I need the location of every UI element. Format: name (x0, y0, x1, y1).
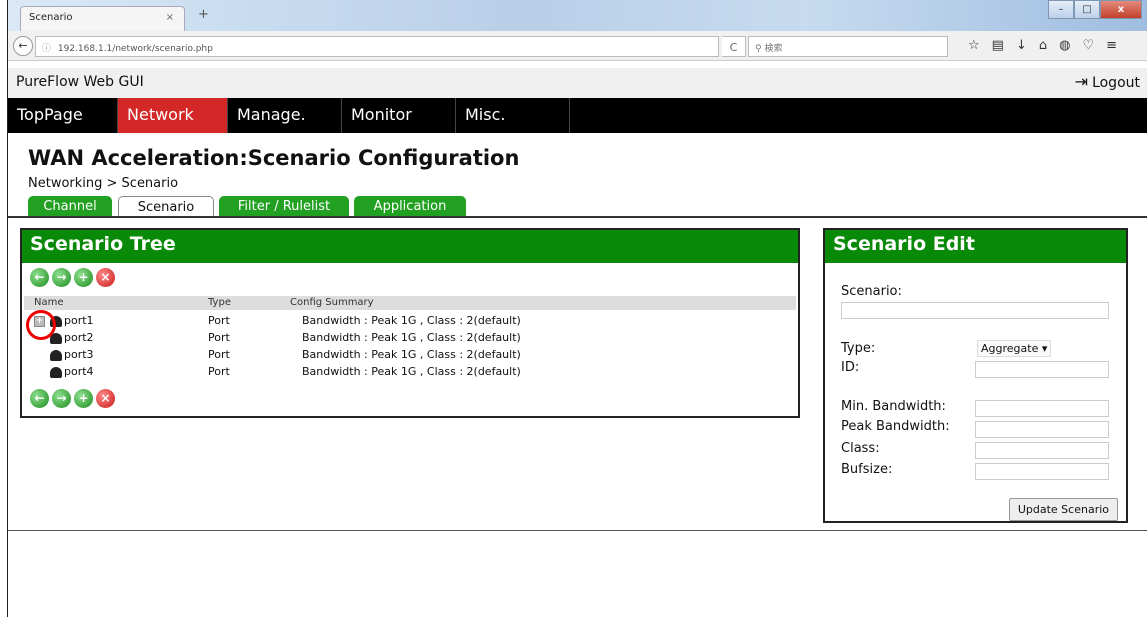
home-icon[interactable]: ⌂ (1039, 38, 1047, 53)
tree-row-port4[interactable]: port4 Port Bandwidth : Peak 1G , Class :… (24, 365, 796, 380)
tab-close-icon[interactable]: × (166, 12, 174, 23)
menu-item-monitor[interactable]: Monitor (342, 98, 456, 133)
class-input[interactable] (975, 442, 1109, 459)
browser-window: Scenario × + – □ x ← ⓘ 192.168.1.1/netwo… (7, 0, 1147, 617)
highlight-circle (26, 310, 56, 340)
tree-actions-top: ← → + × (30, 268, 115, 287)
tree-header: Name Type Config Summary (24, 296, 796, 310)
column-type: Type (208, 297, 231, 308)
bufsize-input[interactable] (975, 463, 1109, 480)
browser-navbar: ← ⓘ 192.168.1.1/network/scenario.php C ⚲… (8, 31, 1147, 61)
scenario-label: Scenario: (841, 284, 902, 299)
tree-row-port1[interactable]: + port1 Port Bandwidth : Peak 1G , Class… (24, 314, 796, 329)
tab-filter-rulelist[interactable]: Filter / Rulelist (219, 196, 349, 217)
update-scenario-button[interactable]: Update Scenario (1008, 498, 1118, 521)
tab-underline (8, 216, 1147, 218)
address-bar[interactable]: ⓘ 192.168.1.1/network/scenario.php (35, 36, 719, 57)
new-tab-icon[interactable]: + (198, 7, 209, 22)
menu-icon[interactable]: ≡ (1106, 38, 1117, 53)
info-icon[interactable]: ⓘ (42, 44, 51, 54)
logout-button[interactable]: ⇥ Logout (1075, 72, 1140, 91)
chat-icon[interactable]: ◍ (1059, 38, 1070, 53)
peak-bandwidth-label: Peak Bandwidth: (841, 419, 950, 434)
row-type: Port (208, 365, 230, 378)
port-icon (50, 350, 62, 361)
page-title: WAN Acceleration:Scenario Configuration (28, 146, 520, 170)
peak-bandwidth-input[interactable] (975, 421, 1109, 438)
scenario-tree-panel: Scenario Tree ← → + × Name Type Config S… (20, 228, 800, 418)
move-right-icon[interactable]: → (52, 268, 71, 287)
content-divider (8, 530, 1147, 531)
port-icon (50, 367, 62, 378)
type-value: Aggregate (981, 342, 1039, 355)
tree-actions-bottom: ← → + × (30, 389, 115, 408)
class-label: Class: (841, 441, 880, 456)
tab-title: Scenario (29, 12, 73, 23)
search-placeholder: 検索 (764, 44, 783, 54)
browser-tab[interactable]: Scenario × (20, 6, 185, 32)
move-left-icon[interactable]: ← (30, 389, 49, 408)
menu-item-toppage[interactable]: TopPage (8, 98, 118, 133)
menu-item-manage[interactable]: Manage. (228, 98, 342, 133)
add-icon[interactable]: + (74, 389, 93, 408)
row-name: port1 (64, 314, 94, 327)
row-type: Port (208, 331, 230, 344)
column-config-summary: Config Summary (290, 297, 374, 308)
tab-channel[interactable]: Channel (28, 196, 112, 217)
row-summary: Bandwidth : Peak 1G , Class : 2(default) (302, 365, 521, 378)
bookmark-star-icon[interactable]: ☆ (968, 38, 980, 53)
download-icon[interactable]: ↓ (1016, 38, 1027, 53)
reading-list-icon[interactable]: ▤ (992, 38, 1004, 53)
add-icon[interactable]: + (74, 268, 93, 287)
logout-label: Logout (1092, 75, 1140, 91)
scenario-edit-title: Scenario Edit (825, 230, 1126, 263)
title-bar: Scenario × + – □ x (8, 0, 1147, 32)
menu-item-misc[interactable]: Misc. (456, 98, 570, 133)
menu-item-network[interactable]: Network (118, 98, 228, 133)
scenario-tree-title: Scenario Tree (22, 230, 798, 263)
id-label: ID: (841, 360, 860, 375)
tab-application[interactable]: Application (354, 196, 466, 217)
minimize-icon[interactable]: – (1048, 0, 1074, 19)
row-summary: Bandwidth : Peak 1G , Class : 2(default) (302, 331, 521, 344)
delete-icon[interactable]: × (96, 268, 115, 287)
back-button[interactable]: ← (13, 36, 33, 56)
column-name: Name (34, 297, 64, 308)
move-right-icon[interactable]: → (52, 389, 71, 408)
app-title: PureFlow Web GUI (16, 74, 144, 90)
type-label: Type: (841, 341, 876, 356)
main-menu: TopPage Network Manage. Monitor Misc. (8, 98, 1147, 133)
reload-button[interactable]: C (722, 36, 746, 57)
min-bandwidth-input[interactable] (975, 400, 1109, 417)
url-text: 192.168.1.1/network/scenario.php (57, 44, 213, 54)
row-name: port2 (64, 331, 94, 344)
row-type: Port (208, 314, 230, 327)
breadcrumb: Networking > Scenario (28, 176, 179, 191)
delete-icon[interactable]: × (96, 389, 115, 408)
scenario-input[interactable] (841, 302, 1109, 319)
logout-icon: ⇥ (1074, 72, 1089, 91)
id-input[interactable] (975, 361, 1109, 378)
window-controls: – □ x (1048, 0, 1142, 19)
scenario-edit-panel: Scenario Edit Scenario: Type: Aggregate … (823, 228, 1128, 523)
tree-row-port2[interactable]: port2 Port Bandwidth : Peak 1G , Class :… (24, 331, 796, 346)
chevron-down-icon: ▾ (1041, 342, 1048, 355)
move-left-icon[interactable]: ← (30, 268, 49, 287)
tree-row-port3[interactable]: port3 Port Bandwidth : Peak 1G , Class :… (24, 348, 796, 363)
row-name: port3 (64, 348, 94, 361)
row-summary: Bandwidth : Peak 1G , Class : 2(default) (302, 348, 521, 361)
app-header: PureFlow Web GUI ⇥ Logout (8, 68, 1147, 98)
row-summary: Bandwidth : Peak 1G , Class : 2(default) (302, 314, 521, 327)
maximize-icon[interactable]: □ (1074, 0, 1100, 19)
bufsize-label: Bufsize: (841, 462, 893, 477)
toolbar-icons: ☆ ▤ ↓ ⌂ ◍ ♡ ≡ (968, 38, 1117, 53)
row-type: Port (208, 348, 230, 361)
pocket-icon[interactable]: ♡ (1082, 38, 1094, 53)
row-name: port4 (64, 365, 94, 378)
tab-scenario[interactable]: Scenario (118, 196, 214, 217)
search-input[interactable]: ⚲ 検索 (748, 36, 948, 57)
type-select[interactable]: Aggregate ▾ (977, 340, 1052, 357)
min-bandwidth-label: Min. Bandwidth: (841, 399, 946, 414)
window-close-icon[interactable]: x (1100, 0, 1142, 19)
